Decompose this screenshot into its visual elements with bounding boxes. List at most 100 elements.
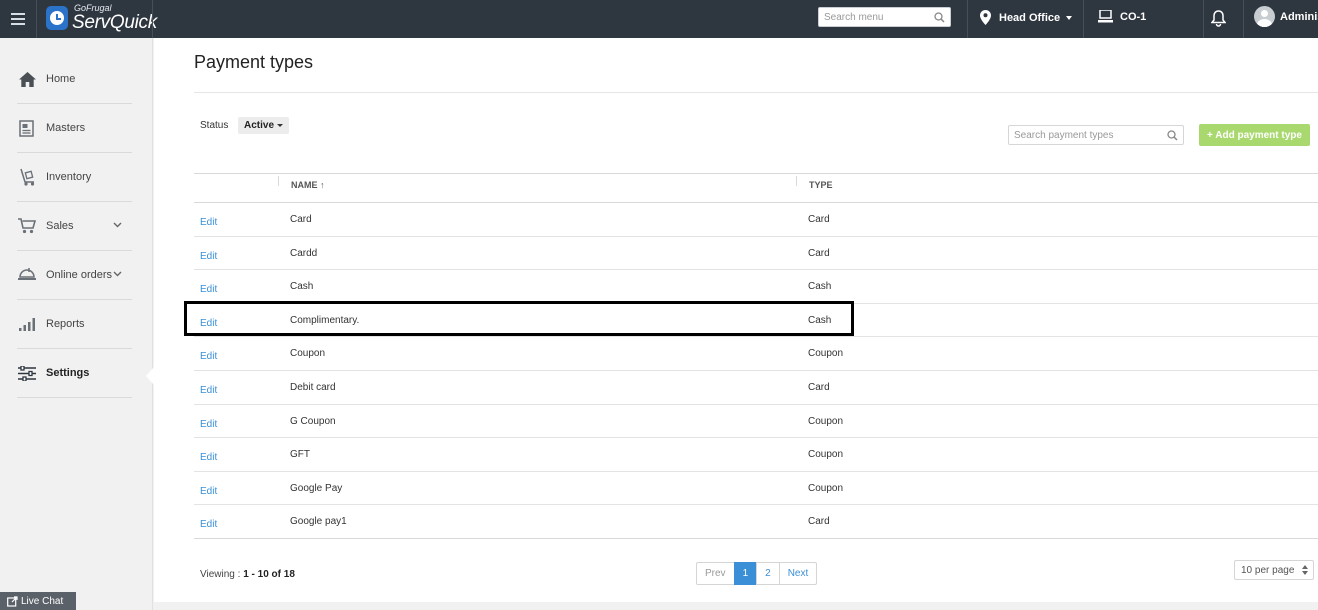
viewing-prefix: Viewing : — [200, 569, 244, 580]
column-divider — [796, 176, 797, 186]
clock-logo-icon — [46, 6, 68, 30]
divider — [967, 0, 968, 38]
online-orders-icon — [18, 267, 36, 280]
table-row: Edit Cardd Card — [194, 237, 1318, 271]
payment-type-name: Cardd — [290, 247, 318, 259]
viewing-summary: Viewing : 1 - 10 of 18 — [200, 569, 295, 580]
sidebar-item-inventory[interactable]: Inventory — [17, 153, 132, 202]
edit-link[interactable]: Edit — [200, 284, 217, 295]
per-page-select[interactable]: 10 per page — [1234, 560, 1314, 580]
app-logo[interactable]: GoFrugal ServQuick — [46, 3, 157, 33]
payment-type-name: G Coupon — [290, 415, 336, 427]
sidebar-item-label: Home — [46, 73, 76, 85]
hamburger-menu-icon[interactable] — [0, 0, 37, 38]
edit-link[interactable]: Edit — [200, 217, 217, 228]
inventory-icon — [19, 168, 34, 186]
sidebar-item-masters[interactable]: Masters — [17, 104, 132, 153]
menu-search-input[interactable] — [819, 8, 929, 26]
computer-icon — [1098, 10, 1113, 23]
edit-link[interactable]: Edit — [200, 419, 217, 430]
status-dropdown[interactable]: Active — [238, 117, 290, 134]
payment-type-name: GFT — [290, 449, 310, 461]
reports-icon — [19, 317, 35, 331]
column-header-name[interactable]: NAME ↑ — [291, 180, 325, 190]
sidebar-item-label: Reports — [46, 318, 85, 330]
status-value: Active — [244, 120, 275, 131]
table-row: Edit Cash Cash — [194, 270, 1318, 304]
payment-types-table: NAME ↑ TYPE Edit Card Card Edit Cardd Card Edi… — [194, 173, 1318, 539]
chevron-down-icon — [113, 271, 122, 277]
counter-selector[interactable]: CO-1 — [1098, 10, 1146, 23]
sidebar-item-sales[interactable]: Sales — [17, 202, 132, 251]
table-row: Edit G Coupon Coupon — [194, 405, 1318, 439]
page-button-2[interactable]: 2 — [756, 562, 780, 585]
top-bar: GoFrugal ServQuick Head Office CO-1 Admi… — [0, 0, 1318, 38]
avatar — [1254, 6, 1275, 27]
payment-type-type: Card — [808, 214, 830, 225]
per-page-value: 10 per page — [1241, 564, 1295, 576]
location-selector[interactable]: Head Office — [980, 10, 1073, 25]
table-row: Edit Card Card — [194, 203, 1318, 237]
sidebar-item-label: Inventory — [46, 171, 92, 183]
payment-type-search[interactable] — [1008, 125, 1184, 145]
payment-type-name: Google pay1 — [290, 516, 347, 528]
live-chat-button[interactable]: Live Chat — [0, 592, 76, 610]
payment-type-search-input[interactable] — [1009, 126, 1159, 144]
edit-link[interactable]: Edit — [200, 519, 217, 530]
table-row: Edit Complimentary. Cash — [194, 304, 1318, 338]
table-body: Edit Card Card Edit Cardd Card Edit Cash Cash Edi… — [194, 203, 1318, 539]
payment-type-type: Coupon — [808, 348, 844, 360]
sidebar-item-online-orders[interactable]: Online orders — [17, 251, 132, 300]
table-row: Edit Google Pay Coupon — [194, 472, 1318, 506]
sidebar-item-label: Settings — [46, 367, 90, 379]
sidebar-item-reports[interactable]: Reports — [17, 300, 132, 349]
menu-search[interactable] — [818, 7, 951, 27]
edit-link[interactable]: Edit — [200, 351, 217, 362]
sidebar: Home Masters Inventory Sales Online orde… — [0, 38, 154, 610]
sidebar-item-label: Masters — [46, 122, 86, 134]
settings-icon — [18, 365, 36, 381]
next-page-button[interactable]: Next — [778, 562, 818, 585]
main-content: Payment types Status Active + Add paymen… — [154, 38, 1318, 602]
payment-type-type: Coupon — [808, 482, 844, 494]
active-pointer — [146, 367, 154, 385]
payment-type-name: Debit card — [290, 381, 336, 393]
search-icon[interactable] — [934, 12, 945, 23]
payment-type-type: Card — [808, 516, 830, 528]
column-header-type[interactable]: TYPE — [809, 180, 833, 190]
edit-link[interactable]: Edit — [200, 486, 217, 497]
table-row: Edit Coupon Coupon — [194, 337, 1318, 371]
edit-link[interactable]: Edit — [200, 318, 217, 329]
payment-type-type: Coupon — [808, 415, 844, 427]
edit-link[interactable]: Edit — [200, 385, 217, 396]
location-label: Head Office — [999, 11, 1061, 24]
home-icon — [18, 71, 36, 87]
status-label: Status — [200, 120, 229, 131]
payment-type-name: Google Pay — [290, 482, 343, 494]
prev-page-button[interactable]: Prev — [696, 562, 735, 585]
table-header: NAME ↑ TYPE — [194, 173, 1318, 203]
sidebar-item-settings[interactable]: Settings — [17, 349, 132, 398]
sidebar-item-label: Sales — [46, 220, 74, 232]
divider — [194, 92, 1318, 93]
table-row: Edit Debit card Card — [194, 371, 1318, 405]
user-name: Adminis — [1280, 10, 1318, 23]
column-divider — [278, 176, 279, 186]
payment-type-type: Card — [808, 381, 830, 393]
masters-icon — [18, 119, 34, 137]
live-chat-label: Live Chat — [21, 595, 64, 607]
payment-type-type: Coupon — [808, 449, 844, 461]
edit-link[interactable]: Edit — [200, 452, 217, 463]
viewing-range: 1 - 10 of 18 — [243, 569, 295, 580]
bell-icon[interactable] — [1211, 10, 1226, 27]
edit-link[interactable]: Edit — [200, 251, 217, 262]
page-title: Payment types — [194, 52, 314, 72]
search-icon[interactable] — [1167, 130, 1178, 141]
user-menu[interactable]: Adminis — [1254, 6, 1318, 27]
logo-big-text: ServQuick — [72, 12, 157, 33]
add-payment-type-button[interactable]: + Add payment type — [1199, 124, 1310, 146]
sidebar-item-home[interactable]: Home — [17, 55, 132, 104]
page-button-1[interactable]: 1 — [733, 562, 758, 585]
payment-type-name: Coupon — [290, 348, 326, 360]
cart-icon — [18, 218, 36, 234]
